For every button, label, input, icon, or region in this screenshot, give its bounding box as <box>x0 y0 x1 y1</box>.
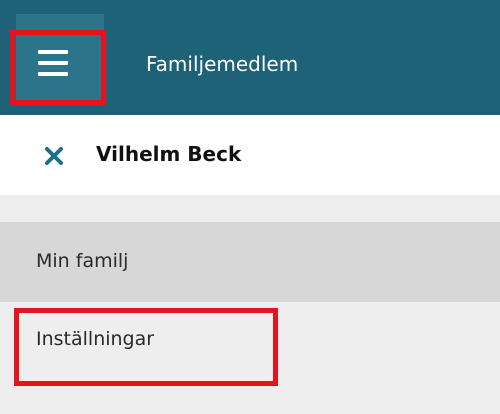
nav-item-min-familj[interactable]: Min familj <box>0 222 500 302</box>
nav-item-label: Min familj <box>36 250 129 272</box>
menu-button-highlight <box>10 30 106 105</box>
member-header <box>0 115 500 195</box>
page-title: Familjemedlem <box>146 52 299 76</box>
member-name: Vilhelm Beck <box>96 142 242 166</box>
close-icon[interactable] <box>44 146 64 166</box>
installningar-highlight <box>14 308 278 386</box>
